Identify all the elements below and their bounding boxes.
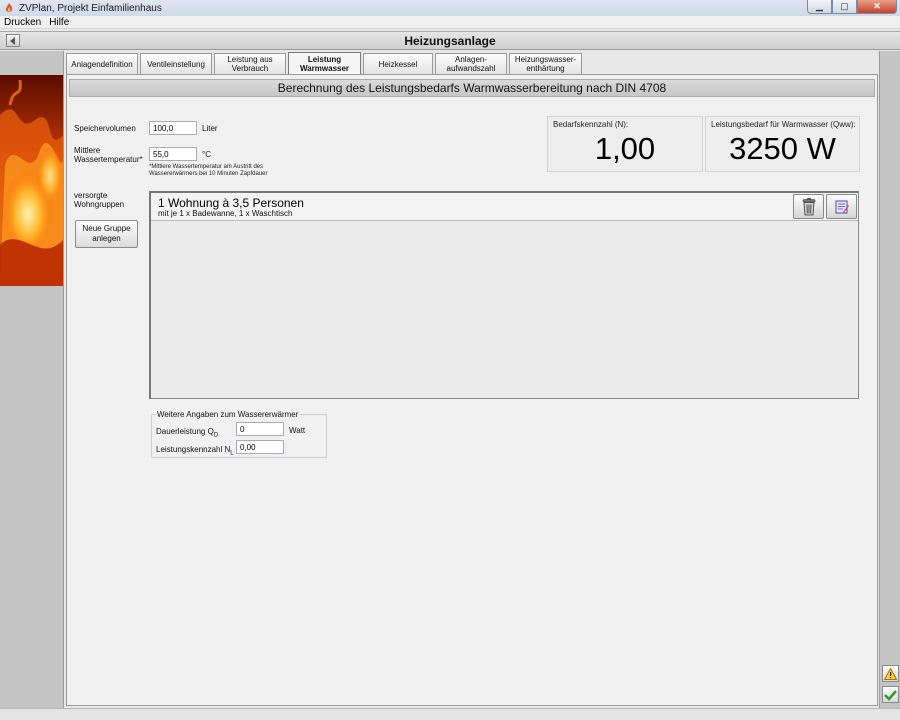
dauerleistung-label-sub: D (213, 432, 219, 439)
main-content: Berechnung des Leistungsbedarfs Warmwass… (66, 74, 878, 706)
trash-icon (802, 197, 815, 215)
left-sidebar (0, 51, 64, 708)
new-group-button[interactable]: Neue Gruppe anlegen (75, 220, 138, 248)
tab-anlagendefinition[interactable]: Anlagendefinition (66, 53, 138, 74)
temp-input[interactable] (149, 147, 197, 161)
leistungsbedarf-box: Leistungsbedarf für Warmwasser (Qww): 32… (705, 116, 860, 172)
dauerleistung-input[interactable] (236, 422, 284, 436)
app-icon (3, 2, 15, 14)
dauerleistung-unit: Watt (289, 426, 306, 435)
new-group-label-line2: anlegen (92, 234, 121, 243)
tab-heizungswasser-enthaertung[interactable]: Heizungswasser-enthärtung (509, 53, 582, 74)
bedarfskennzahl-value: 1,00 (594, 131, 656, 166)
section-title: Berechnung des Leistungsbedarfs Warmwass… (69, 79, 875, 97)
tab-heizkessel[interactable]: Heizkessel (363, 53, 433, 74)
tab-leistung-verbrauch[interactable]: Leistung aus Verbrauch (214, 53, 286, 74)
bedarfskennzahl-label: Bedarfskennzahl (N): (553, 120, 629, 129)
back-button[interactable] (6, 34, 20, 47)
minimize-icon: ▁ (816, 1, 823, 11)
triangle-left-icon (10, 36, 15, 45)
tab-leistung-warmwasser[interactable]: Leistung Warmwasser (288, 52, 361, 74)
leistungsbedarf-value: 3250 W (729, 131, 836, 166)
leistungskennzahl-label: Leistungskennzahl NL (156, 445, 234, 459)
weitere-angaben-group: Weitere Angaben zum Wassererwärmer Dauer… (151, 410, 327, 459)
page-title: Heizungsanlage (404, 33, 496, 48)
delete-group-button[interactable] (793, 194, 824, 219)
window-titlebar: ZVPlan, Projekt Einfamilienhaus ▁ ▢ ✕ (0, 0, 900, 16)
temp-note-line2: Wassererwärmers bei 10 Minuten Zapfdauer (149, 171, 268, 177)
edit-icon (835, 200, 849, 213)
temp-label-line2: Wassertemperatur* (74, 155, 143, 164)
temp-unit: °C (202, 150, 211, 159)
groups-label-line2: Wohngruppen (74, 200, 125, 209)
maximize-icon: ▢ (840, 1, 849, 11)
menu-bar: Drucken Hilfe (0, 16, 900, 29)
new-group-label-line1: Neue Gruppe (82, 224, 131, 233)
bedarfskennzahl-box: Bedarfskennzahl (N): 1,00 (547, 116, 703, 172)
leistungskennzahl-input[interactable] (236, 440, 284, 454)
tab-anlagenaufwandszahl[interactable]: Anlagen-aufwandszahl (435, 53, 507, 74)
tab-bar: Anlagendefinition Ventileinstellung Leis… (66, 52, 584, 74)
confirm-button[interactable] (882, 686, 899, 703)
warning-button[interactable] (882, 665, 899, 682)
header-bar: Heizungsanlage (0, 31, 900, 50)
dauerleistung-label: Dauerleistung QD (156, 427, 218, 441)
leistungskennzahl-label-text: Leistungskennzahl N (156, 445, 231, 454)
fire-image (0, 75, 63, 286)
list-item[interactable]: 1 Wohnung à 3,5 Personen mit je 1 x Bade… (151, 193, 858, 221)
minimize-button[interactable]: ▁ (807, 0, 832, 14)
menu-hilfe[interactable]: Hilfe (45, 17, 73, 28)
group-title: 1 Wohnung à 3,5 Personen (158, 196, 304, 210)
speicher-input[interactable] (149, 121, 197, 135)
checkmark-icon (884, 689, 897, 701)
weitere-angaben-legend: Weitere Angaben zum Wassererwärmer (156, 410, 300, 419)
window-title: ZVPlan, Projekt Einfamilienhaus (19, 2, 162, 14)
maximize-button[interactable]: ▢ (832, 0, 857, 14)
dauerleistung-label-text: Dauerleistung Q (156, 427, 214, 436)
close-button[interactable]: ✕ (857, 0, 897, 14)
speicher-label: Speichervolumen (74, 124, 136, 133)
speicher-unit: Liter (202, 124, 218, 133)
leistungskennzahl-label-sub: L (230, 450, 234, 457)
tab-ventileinstellung[interactable]: Ventileinstellung (140, 53, 212, 74)
status-bar (0, 708, 900, 720)
menu-drucken[interactable]: Drucken (0, 17, 45, 28)
edit-group-button[interactable] (826, 194, 857, 219)
warning-icon (884, 667, 897, 680)
group-list: 1 Wohnung à 3,5 Personen mit je 1 x Bade… (149, 191, 859, 399)
group-subtitle: mit je 1 x Badewanne, 1 x Waschtisch (158, 209, 293, 218)
right-sidebar (879, 51, 900, 708)
window-controls: ▁ ▢ ✕ (807, 0, 897, 14)
close-icon: ✕ (873, 1, 881, 11)
leistungsbedarf-label: Leistungsbedarf für Warmwasser (Qww): (711, 120, 856, 129)
